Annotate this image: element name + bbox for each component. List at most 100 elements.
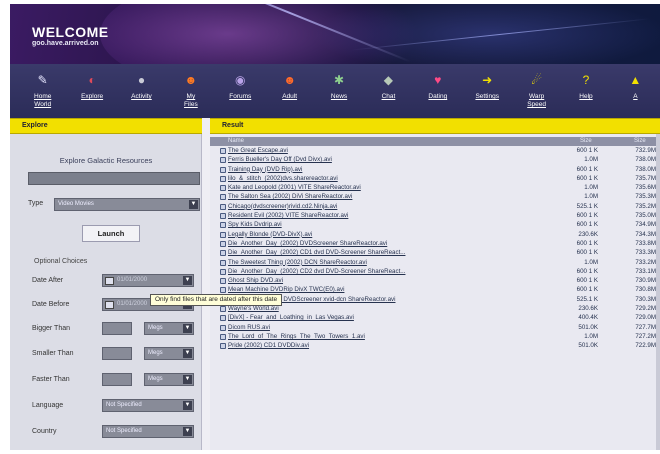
- file-name-link[interactable]: lilo_&_stitch_(2002)dvs.sharereactor.avi: [228, 175, 558, 182]
- file-icon: [220, 315, 226, 322]
- table-row[interactable]: The Great Escape.avi 600 1 K 732.9M: [210, 147, 660, 156]
- welcome-subtitle: goo.have.arrived.on: [32, 40, 99, 47]
- file-icon: [220, 324, 226, 331]
- welcome-banner: WELCOME goo.have.arrived.on: [10, 4, 660, 64]
- smaller-than-unit-select[interactable]: Megs ▼: [144, 347, 194, 360]
- table-row[interactable]: Chicago(dvdscreener)rivid.cd2.Ninja.avi 5…: [210, 203, 660, 212]
- file-name-link[interactable]: The Sweetest Thing (2002) DCN ShareReact…: [228, 259, 558, 266]
- table-row[interactable]: Kate and Leopold (2001) VITE ShareReacto…: [210, 184, 660, 193]
- table-row[interactable]: Die_Another_Day_(2002) CD1 dvd DVD-Scree…: [210, 249, 660, 258]
- main-toolbar: ✎ Home World ◐ Explore ● Activity ☻ My Files ◉ Fo…: [10, 64, 660, 118]
- search-input[interactable]: [28, 172, 200, 185]
- file-name-link[interactable]: Spy Kids Dvdrip.avi: [228, 221, 558, 228]
- chevron-down-icon: ▼: [183, 276, 192, 285]
- toolbar-item-chat[interactable]: ◆ Chat: [364, 64, 413, 118]
- smaller-than-input[interactable]: [102, 347, 132, 360]
- file-size-2: 735.0M: [635, 212, 656, 220]
- bigger-than-input[interactable]: [102, 322, 132, 335]
- file-icon: [220, 333, 226, 340]
- column-header-size-2[interactable]: Size: [634, 138, 646, 144]
- toolbar-item-label: Adult: [282, 93, 298, 100]
- file-name-link[interactable]: The_Lord_of_The_Rings_The_Two_Towers_1.a…: [228, 333, 558, 340]
- table-row[interactable]: The_Lord_of_The_Rings_The_Two_Towers_1.a…: [210, 333, 660, 342]
- toolbar-item-dating[interactable]: ♥ Dating: [413, 64, 462, 118]
- language-select[interactable]: Not Specified ▼: [102, 399, 194, 412]
- column-header-name[interactable]: Name: [228, 138, 244, 144]
- table-row[interactable]: Wayne's World.avi 230.6K 729.2M: [210, 305, 660, 314]
- language-label: Language: [32, 402, 64, 409]
- file-name-link[interactable]: Die_Another_Day_(2002) CD2 dvd DVD-Scree…: [228, 268, 558, 275]
- table-row[interactable]: The Sweetest Thing (2002) DCN ShareReact…: [210, 259, 660, 268]
- table-row[interactable]: Die_Another_Day_(2002) CD2 dvd DVD-Scree…: [210, 268, 660, 277]
- toolbar-item-news[interactable]: ✱ News: [314, 64, 363, 118]
- launch-button[interactable]: Launch: [82, 225, 140, 242]
- file-size: 1.0M: [584, 184, 598, 192]
- type-select[interactable]: Video Movies ▼: [54, 198, 200, 211]
- faster-than-unit-select[interactable]: Megs ▼: [144, 373, 194, 386]
- toolbar-item-warp-speed[interactable]: ☄ Warp Speed: [512, 64, 561, 118]
- file-size: 230.6K: [578, 230, 598, 238]
- file-size: 600 1 K: [576, 165, 598, 173]
- table-row[interactable]: [DivX] - Fear_and_Loathing_in_Las Vegas.…: [210, 314, 660, 323]
- toolbar-item-my-files[interactable]: ☻ My Files: [166, 64, 215, 118]
- chevron-down-icon: ▼: [183, 324, 192, 333]
- file-name-link[interactable]: Chicago(dvdscreener)rivid.cd2.Ninja.avi: [228, 203, 558, 210]
- table-row[interactable]: Ghost Ship DVD.avi 600 1 K 730.9M: [210, 277, 660, 286]
- file-icon: [220, 222, 226, 229]
- unit-value: Megs: [148, 350, 163, 356]
- file-name-link[interactable]: Wayne's World.avi: [228, 305, 558, 312]
- file-name-link[interactable]: Resident Evil (2002) VITE ShareReactor.a…: [228, 212, 558, 219]
- date-after-field[interactable]: 01/01/2000 ▼: [102, 274, 194, 287]
- file-name-link[interactable]: Kate and Leopold (2001) VITE ShareReacto…: [228, 184, 558, 191]
- toolbar-item-explore[interactable]: ◐ Explore: [67, 64, 116, 118]
- chevron-down-icon: ▼: [183, 427, 192, 436]
- table-row[interactable]: The Salton Sea (2002) DiVi ShareReactor.…: [210, 193, 660, 202]
- file-name-link[interactable]: [DivX] - Fear_and_Loathing_in_Las Vegas.…: [228, 314, 558, 321]
- file-name-link[interactable]: Ferris Bueller's Day Off (Dvd Divx).avi: [228, 156, 558, 163]
- country-select[interactable]: Not Specified ▼: [102, 425, 194, 438]
- adult-icon: ☻: [283, 73, 296, 87]
- file-icon: [220, 185, 226, 192]
- file-size-2: 734.3M: [635, 230, 656, 238]
- toolbar-item-activity[interactable]: ● Activity: [117, 64, 166, 118]
- file-size: 1.0M: [584, 258, 598, 266]
- file-name-link[interactable]: Legally Blonde (DVD-DivX).avi: [228, 231, 558, 238]
- country-value: Not Specified: [106, 428, 142, 434]
- table-row[interactable]: Ferris Bueller's Day Off (Dvd Divx).avi 1…: [210, 156, 660, 165]
- file-name-link[interactable]: The Salton Sea (2002) DiVi ShareReactor.…: [228, 193, 558, 200]
- welcome-title: WELCOME: [32, 24, 109, 40]
- column-header-size[interactable]: Size: [580, 138, 592, 144]
- vertical-scrollbar[interactable]: [656, 134, 660, 450]
- file-name-link[interactable]: The Great Escape.avi: [228, 147, 558, 154]
- file-name-link[interactable]: Pride (2002) CD1 DVDDiv.avi: [228, 342, 558, 349]
- toolbar-item-forums[interactable]: ◉ Forums: [216, 64, 265, 118]
- about-icon: ▲: [629, 73, 642, 87]
- faster-than-input[interactable]: [102, 373, 132, 386]
- file-name-link[interactable]: Mean Machine DVDRip DivX TWC(E0).avi: [228, 286, 558, 293]
- result-header: Result: [210, 118, 660, 134]
- toolbar-item-help[interactable]: ? Help: [561, 64, 610, 118]
- file-size: 600 1 K: [576, 277, 598, 285]
- bigger-than-label: Bigger Than: [32, 325, 71, 332]
- table-row[interactable]: Pride (2002) CD1 DVDDiv.avi 501.0K 722.9M: [210, 342, 660, 351]
- file-name-link[interactable]: Ghost Ship DVD.avi: [228, 277, 558, 284]
- chevron-down-icon: ▼: [183, 375, 192, 384]
- file-size: 525.1 K: [576, 295, 598, 303]
- bigger-than-unit-select[interactable]: Megs ▼: [144, 322, 194, 335]
- file-name-link[interactable]: Die_Another_Day_(2002) CD1 dvd DVD-Scree…: [228, 249, 558, 256]
- file-icon: [220, 268, 226, 275]
- file-name-link[interactable]: Training Day (DVD Rip).avi: [228, 166, 558, 173]
- toolbar-item-about[interactable]: ▲ A: [611, 64, 660, 118]
- toolbar-item-home[interactable]: ✎ Home World: [18, 64, 67, 118]
- table-row[interactable]: Spy Kids Dvdrip.avi 600 1 K 734.9M: [210, 221, 660, 230]
- file-name-link[interactable]: Dicom RUS.avi: [228, 324, 558, 331]
- table-row[interactable]: Training Day (DVD Rip).avi 600 1 K 738.0M: [210, 166, 660, 175]
- table-row[interactable]: Dicom RUS.avi 501.0K 727.7M: [210, 324, 660, 333]
- table-row[interactable]: Legally Blonde (DVD-DivX).avi 230.6K 734.3…: [210, 231, 660, 240]
- table-row[interactable]: Resident Evil (2002) VITE ShareReactor.a…: [210, 212, 660, 221]
- table-row[interactable]: Die_Another_Day_(2002) DVDScreener Share…: [210, 240, 660, 249]
- file-name-link[interactable]: Die_Another_Day_(2002) DVDScreener Share…: [228, 240, 558, 247]
- toolbar-item-adult[interactable]: ☻ Adult: [265, 64, 314, 118]
- table-row[interactable]: lilo_&_stitch_(2002)dvs.sharereactor.avi…: [210, 175, 660, 184]
- toolbar-item-settings[interactable]: ➜ Settings: [463, 64, 512, 118]
